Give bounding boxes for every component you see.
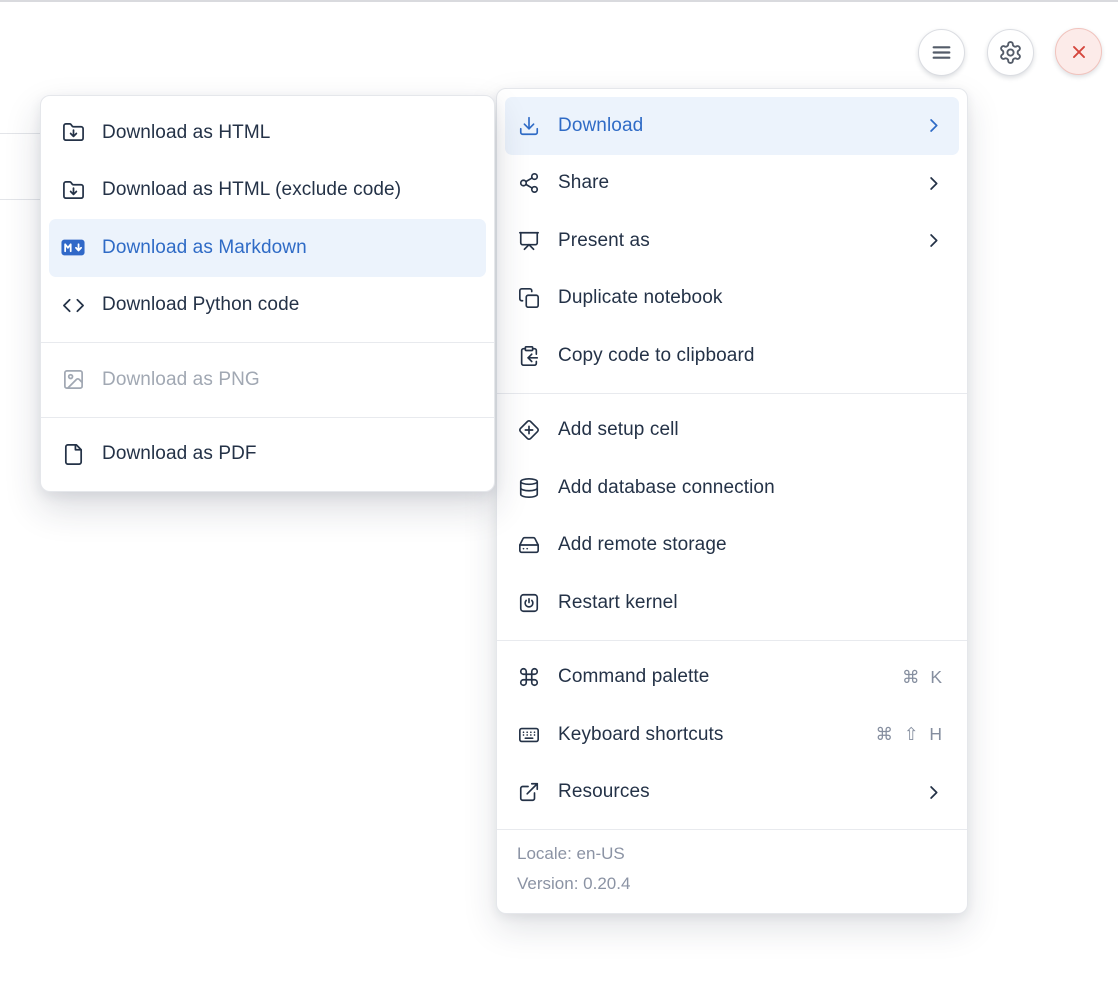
- clipboard-copy-icon: [517, 344, 541, 368]
- keyboard-shortcut-hint: ⌘ ⇧ H: [875, 724, 945, 745]
- background-divider-line: [0, 133, 41, 134]
- background-divider-line: [0, 199, 41, 200]
- submenu-separator: [41, 342, 494, 343]
- version-text: Version: 0.20.4: [517, 869, 947, 899]
- submenu-item-download-html-exclude-code[interactable]: Download as HTML (exclude code): [49, 162, 486, 220]
- menu-item-add-setup-cell[interactable]: Add setup cell: [505, 402, 959, 460]
- submenu-item-label: Download as PDF: [102, 443, 472, 465]
- menu-separator: [497, 640, 967, 641]
- menu-separator: [497, 393, 967, 394]
- diamond-plus-icon: [517, 418, 541, 442]
- menu-item-label: Add setup cell: [558, 419, 945, 441]
- presentation-icon: [517, 229, 541, 253]
- folder-down-icon: [61, 121, 85, 145]
- menu-item-label: Resources: [558, 781, 904, 803]
- menu-item-label: Add remote storage: [558, 534, 945, 556]
- menu-item-share[interactable]: Share: [505, 155, 959, 213]
- settings-button[interactable]: [987, 29, 1034, 76]
- submenu-item-label: Download Python code: [102, 294, 472, 316]
- menu-item-add-remote-storage[interactable]: Add remote storage: [505, 517, 959, 575]
- menu-item-command-palette[interactable]: Command palette ⌘ K: [505, 649, 959, 707]
- keyboard-icon: [517, 723, 541, 747]
- hamburger-menu-icon: [929, 40, 954, 65]
- submenu-item-label: Download as PNG: [102, 369, 472, 391]
- keyboard-shortcut-hint: ⌘ K: [902, 667, 945, 688]
- menu-item-keyboard-shortcuts[interactable]: Keyboard shortcuts ⌘ ⇧ H: [505, 706, 959, 764]
- menu-item-resources[interactable]: Resources: [505, 764, 959, 822]
- menu-item-label: Keyboard shortcuts: [558, 724, 858, 746]
- submenu-separator: [41, 417, 494, 418]
- locale-text: Locale: en-US: [517, 839, 947, 869]
- menu-item-download[interactable]: Download: [505, 97, 959, 155]
- submenu-item-download-markdown[interactable]: Download as Markdown: [49, 219, 486, 277]
- download-submenu-panel: Download as HTML Download as HTML (exclu…: [40, 95, 495, 492]
- menu-item-label: Share: [558, 172, 904, 194]
- notebook-menu-panel: Download Share Present as: [496, 88, 968, 914]
- menu-item-label: Add database connection: [558, 477, 945, 499]
- menu-footer: Locale: en-US Version: 0.20.4: [497, 829, 967, 913]
- copy-icon: [517, 286, 541, 310]
- notebook-menu-button[interactable]: [918, 29, 965, 76]
- menu-item-label: Command palette: [558, 666, 885, 688]
- chevron-right-icon: [921, 229, 945, 253]
- menu-item-duplicate-notebook[interactable]: Duplicate notebook: [505, 270, 959, 328]
- submenu-item-label: Download as HTML: [102, 122, 472, 144]
- share-nodes-icon: [517, 171, 541, 195]
- menu-item-label: Download: [558, 115, 904, 137]
- power-square-icon: [517, 591, 541, 615]
- database-icon: [517, 476, 541, 500]
- submenu-item-label: Download as HTML (exclude code): [102, 179, 472, 201]
- hard-drive-icon: [517, 533, 541, 557]
- menu-item-copy-code[interactable]: Copy code to clipboard: [505, 327, 959, 385]
- menu-item-restart-kernel[interactable]: Restart kernel: [505, 574, 959, 632]
- close-app-button[interactable]: [1055, 28, 1102, 75]
- close-x-icon: [1068, 41, 1090, 63]
- top-toolbar-edge: [0, 0, 1118, 2]
- file-icon: [61, 442, 85, 466]
- chevron-right-icon: [921, 171, 945, 195]
- code-icon: [61, 293, 85, 317]
- submenu-item-download-pdf[interactable]: Download as PDF: [49, 426, 486, 484]
- submenu-item-download-python[interactable]: Download Python code: [49, 277, 486, 335]
- markdown-badge-icon: [61, 236, 85, 260]
- folder-down-icon: [61, 178, 85, 202]
- command-icon: [517, 665, 541, 689]
- download-icon: [517, 114, 541, 138]
- menu-item-label: Restart kernel: [558, 592, 945, 614]
- menu-item-add-database-connection[interactable]: Add database connection: [505, 459, 959, 517]
- chevron-right-icon: [921, 780, 945, 804]
- external-link-icon: [517, 780, 541, 804]
- image-icon: [61, 368, 85, 392]
- submenu-item-label: Download as Markdown: [102, 237, 472, 259]
- submenu-item-download-html[interactable]: Download as HTML: [49, 104, 486, 162]
- chevron-right-icon: [921, 114, 945, 138]
- submenu-item-download-png: Download as PNG: [49, 351, 486, 409]
- menu-item-present-as[interactable]: Present as: [505, 212, 959, 270]
- gear-icon: [998, 40, 1023, 65]
- menu-item-label: Copy code to clipboard: [558, 345, 945, 367]
- menu-item-label: Duplicate notebook: [558, 287, 945, 309]
- menu-item-label: Present as: [558, 230, 904, 252]
